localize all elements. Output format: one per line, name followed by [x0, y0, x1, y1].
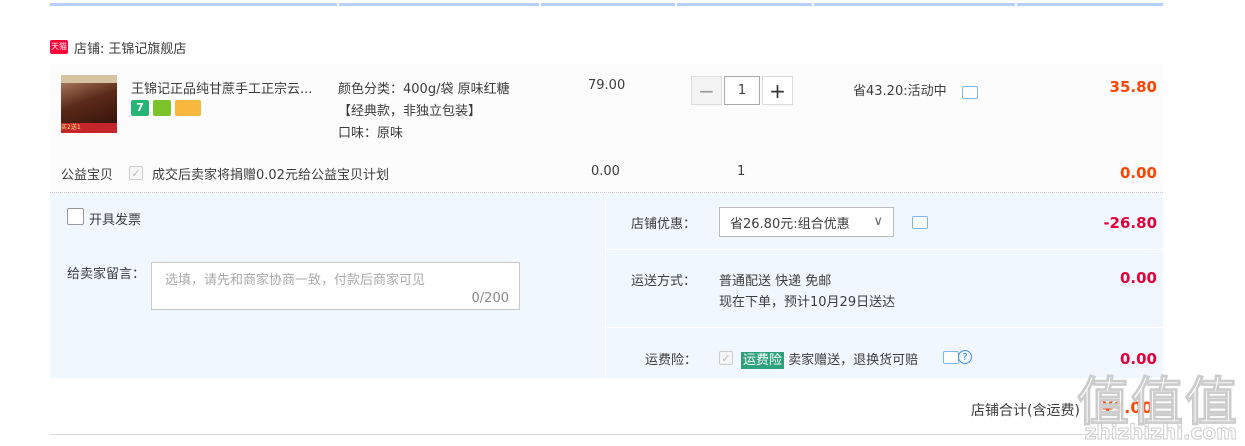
thumb-promo-text: 买2送1: [61, 123, 117, 133]
charity-price: 0.00: [591, 164, 620, 179]
table-top-border: [50, 3, 1163, 6]
help-icon[interactable]: ?: [958, 350, 972, 364]
charity-subtotal: 0.00: [1119, 164, 1157, 182]
shipping-label: 运送方式：: [631, 274, 697, 289]
panel-row-divider: [606, 249, 1163, 250]
shop-label: 店铺:: [74, 41, 105, 57]
discount-label: 店铺优惠：: [631, 217, 697, 232]
charity-checkbox: ✓: [129, 166, 143, 180]
quantity-input[interactable]: 1: [724, 76, 760, 105]
insurance-checkbox: ✓: [719, 351, 733, 365]
discount-amount: -26.80: [1103, 214, 1157, 232]
shop-total-label: 店铺合计(含运费): [971, 403, 1080, 419]
product-thumbnail[interactable]: 买2送1: [61, 75, 117, 133]
increase-button[interactable]: +: [762, 76, 793, 105]
shipping-amount: 0.00: [1119, 269, 1157, 287]
discount-select[interactable]: 省26.80元:组合优惠 ∨: [719, 207, 894, 237]
charity-label: 公益宝贝: [61, 168, 114, 183]
sku-color: 颜色分类：400g/袋 原味红糖: [338, 82, 510, 97]
quantity-stepper: − 1 +: [691, 76, 793, 105]
seven-day-return-icon[interactable]: 7: [131, 100, 149, 116]
message-counter: 0/200: [471, 291, 509, 306]
product-title-link[interactable]: 王锦记正品纯甘蔗手工正宗云...: [131, 78, 312, 97]
watermark-url: zhizhizhi.com: [1084, 420, 1237, 445]
panel-row-divider: [606, 327, 1163, 328]
promo-status: 省43.20:活动中: [853, 84, 947, 99]
unit-price: 79.00: [588, 78, 626, 93]
tmall-icon: 天猫: [50, 40, 68, 54]
item-subtotal: 35.80: [1109, 78, 1157, 96]
invoice-label: 开具发票: [89, 213, 142, 228]
chevron-down-icon: ∨: [873, 214, 883, 229]
seller-message-input[interactable]: 选填，请先和商家协商一致，付款后商家可见 0/200: [151, 262, 520, 310]
discount-selected: 省26.80元:组合优惠: [730, 216, 850, 232]
insurance-badge: 运费险: [741, 352, 785, 369]
shipping-eta: 现在下单，预计10月29日送达: [719, 295, 896, 310]
shop-name-link[interactable]: 王锦记旗舰店: [108, 38, 186, 57]
charity-description: 成交后卖家将捐赠0.02元给公益宝贝计划: [152, 168, 389, 183]
credit-card-icon[interactable]: [175, 100, 201, 116]
insurance-chat-icon[interactable]: [943, 351, 959, 364]
table-bottom-border: [50, 434, 1163, 435]
shop-header: 天猫 店铺: 王锦记旗舰店: [50, 38, 186, 57]
insurance-label: 运费险：: [645, 353, 698, 368]
sku-package: 【经典款，非独立包装】: [338, 104, 482, 119]
message-placeholder: 选填，请先和商家协商一致，付款后商家可见: [165, 273, 426, 288]
shipping-method: 普通配送 快递 免邮: [719, 274, 832, 289]
decrease-button[interactable]: −: [691, 76, 722, 105]
sku-flavor: 口味：原味: [338, 126, 404, 141]
insurance-text: 运费险 卖家赠送，退换货可赔: [741, 349, 919, 369]
charity-qty: 1: [737, 164, 746, 179]
panel-divider: [605, 193, 606, 378]
message-label: 给卖家留言：: [67, 267, 146, 282]
invoice-checkbox[interactable]: [67, 208, 84, 225]
insurance-desc: 卖家赠送，退换货可赔: [788, 353, 919, 368]
quality-guarantee-icon[interactable]: [153, 100, 171, 116]
promo-chat-icon[interactable]: [962, 86, 978, 99]
discount-chat-icon[interactable]: [912, 216, 928, 229]
